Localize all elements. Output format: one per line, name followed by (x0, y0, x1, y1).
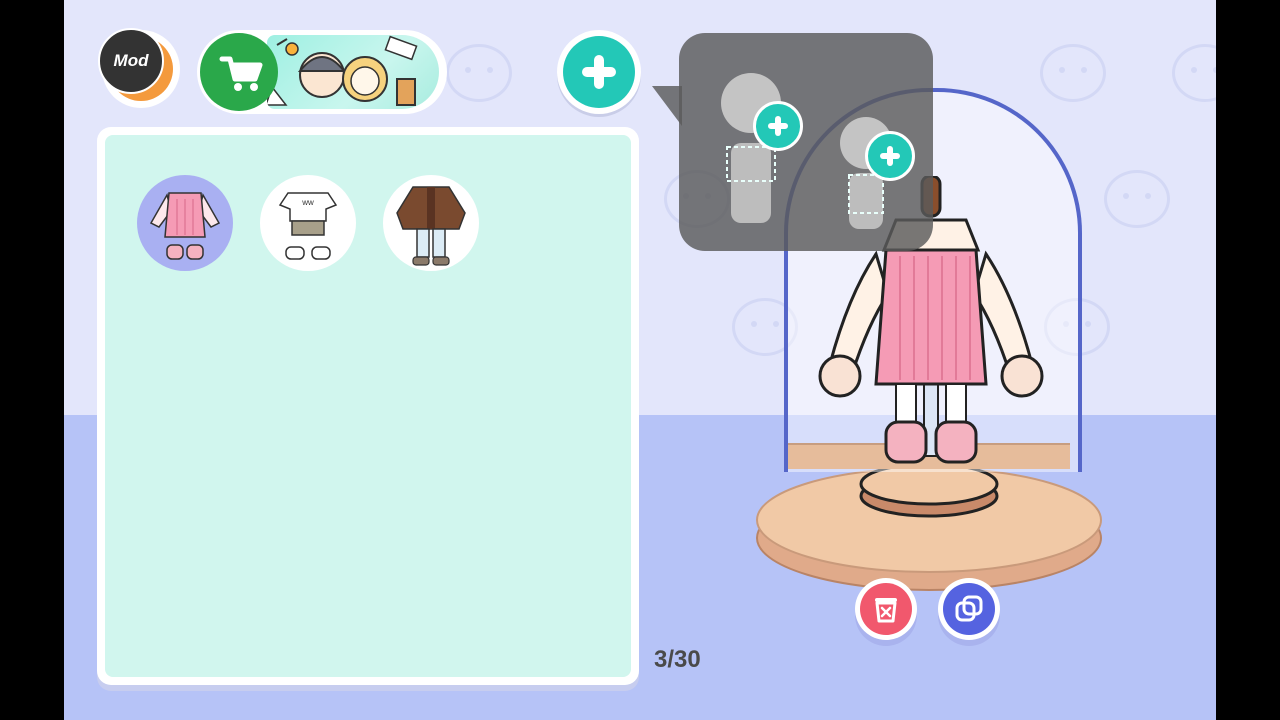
background-cat-pattern (446, 44, 512, 102)
outfit-panel: ww (97, 127, 639, 685)
duplicate-icon (955, 595, 983, 622)
white-tee-shorts-outfit-icon: ww (278, 192, 338, 260)
delete-button-inner (860, 583, 912, 635)
game-stage: Mod ww 3/30 (64, 0, 1216, 720)
outfit-slot-brown-jacket[interactable] (383, 175, 479, 271)
add-outfit-button[interactable] (557, 30, 641, 114)
brown-jacket-jeans-outfit-icon (396, 186, 466, 266)
background-cat-pattern (1040, 44, 1106, 102)
shop-banner-art (267, 35, 439, 109)
mannequin-type-tooltip (679, 33, 933, 251)
add-adult-mannequin-button[interactable] (753, 101, 803, 151)
delete-outfit-button[interactable] (855, 578, 917, 640)
outfit-slot-pink-dress[interactable] (137, 175, 233, 271)
plus-icon (768, 116, 788, 136)
plus-icon (582, 55, 616, 89)
duplicate-outfit-button[interactable] (938, 578, 1000, 640)
shop-button[interactable] (200, 33, 278, 111)
outfit-slot-white-tee[interactable]: ww (260, 175, 356, 271)
tooltip-tail (652, 86, 682, 126)
characters-illustration (267, 35, 418, 106)
plus-icon (880, 146, 900, 166)
add-child-mannequin-button[interactable] (865, 131, 915, 181)
mod-badge-icon[interactable]: Mod (98, 28, 164, 94)
shopping-cart-icon (219, 56, 263, 91)
add-outfit-button-inner (563, 36, 635, 108)
shop-banner[interactable] (197, 30, 447, 114)
mod-menu-button[interactable]: Mod (98, 28, 180, 108)
duplicate-button-inner (943, 583, 995, 635)
slot-counter: 3/30 (654, 646, 701, 673)
pink-dress-outfit-icon (149, 192, 221, 260)
trash-icon (875, 598, 897, 623)
outfit-grid: ww (105, 135, 631, 677)
background-cat-pattern (1172, 44, 1216, 102)
background-cat-pattern (1104, 170, 1170, 228)
svg-text:ww: ww (301, 198, 314, 207)
